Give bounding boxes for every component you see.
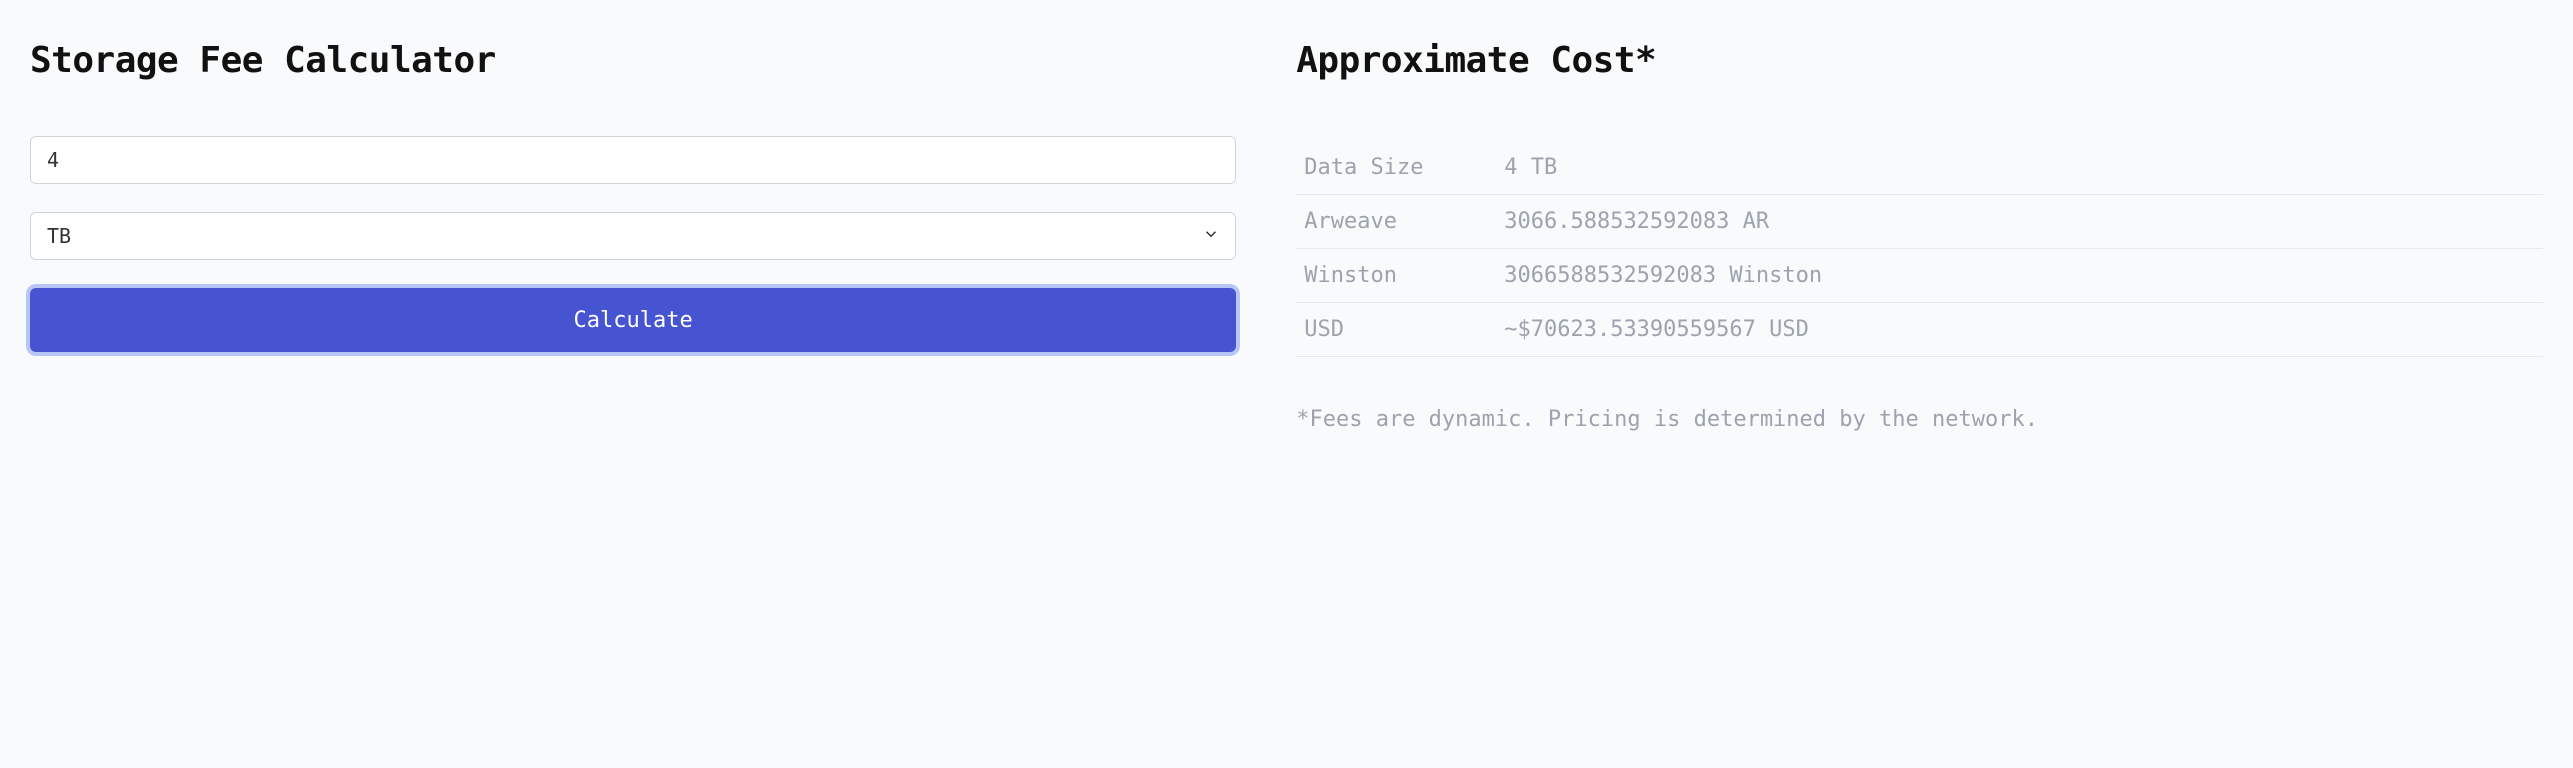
- results-title: Approximate Cost*: [1296, 40, 2543, 81]
- row-label: USD: [1304, 317, 1504, 342]
- row-label: Arweave: [1304, 209, 1504, 234]
- calculator-title: Storage Fee Calculator: [30, 40, 1236, 81]
- footnote: *Fees are dynamic. Pricing is determined…: [1296, 407, 2543, 432]
- result-row: Winston 3066588532592083 Winston: [1296, 249, 2543, 303]
- row-label: Winston: [1304, 263, 1504, 288]
- amount-input[interactable]: [30, 136, 1236, 184]
- result-row: Data Size 4 TB: [1296, 141, 2543, 195]
- result-row: USD ~$70623.53390559567 USD: [1296, 303, 2543, 357]
- row-value: 3066588532592083 Winston: [1504, 263, 2535, 288]
- row-value: ~$70623.53390559567 USD: [1504, 317, 2535, 342]
- calculator-panel: Storage Fee Calculator TB Calculate: [30, 40, 1236, 432]
- results-panel: Approximate Cost* Data Size 4 TB Arweave…: [1296, 40, 2543, 432]
- calculate-button[interactable]: Calculate: [30, 288, 1236, 352]
- row-value: 3066.588532592083 AR: [1504, 209, 2535, 234]
- unit-select[interactable]: TB: [30, 212, 1236, 260]
- result-row: Arweave 3066.588532592083 AR: [1296, 195, 2543, 249]
- row-label: Data Size: [1304, 155, 1504, 180]
- row-value: 4 TB: [1504, 155, 2535, 180]
